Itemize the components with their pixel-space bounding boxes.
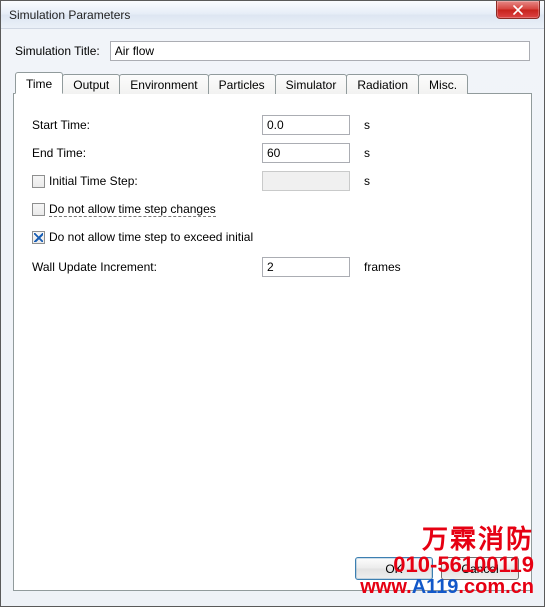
no-exceed-label: Do not allow time step to exceed initial — [49, 230, 253, 244]
no-exceed-wrap: Do not allow time step to exceed initial — [32, 230, 253, 244]
row-end-time: End Time: s — [32, 140, 513, 166]
button-bar: OK Cancel — [355, 557, 519, 580]
no-changes-label: Do not allow time step changes — [49, 202, 216, 217]
window-title: Simulation Parameters — [9, 8, 130, 22]
no-exceed-checkbox[interactable] — [32, 231, 45, 244]
tab-radiation[interactable]: Radiation — [346, 74, 419, 94]
wall-increment-input[interactable] — [262, 257, 350, 277]
tab-particles[interactable]: Particles — [208, 74, 276, 94]
no-changes-wrap: Do not allow time step changes — [32, 202, 216, 217]
start-time-label: Start Time: — [32, 118, 262, 132]
dialog-window: Simulation Parameters Simulation Title: … — [0, 0, 545, 607]
row-no-changes: Do not allow time step changes — [32, 196, 513, 222]
wall-increment-label: Wall Update Increment: — [32, 260, 262, 274]
start-time-input[interactable] — [262, 115, 350, 135]
tabstrip: Time Output Environment Particles Simula… — [13, 71, 532, 93]
initial-step-checkbox[interactable] — [32, 175, 45, 188]
simulation-title-input[interactable] — [110, 41, 530, 61]
cancel-button[interactable]: Cancel — [441, 557, 519, 580]
row-start-time: Start Time: s — [32, 112, 513, 138]
dialog-content: Simulation Title: Time Output Environmen… — [1, 29, 544, 606]
end-time-unit: s — [364, 146, 370, 160]
initial-step-unit: s — [364, 174, 370, 188]
simulation-title-row: Simulation Title: — [15, 41, 530, 61]
initial-step-label: Initial Time Step: — [49, 174, 138, 188]
initial-step-label-wrap: Initial Time Step: — [32, 174, 262, 188]
no-changes-checkbox[interactable] — [32, 203, 45, 216]
ok-button[interactable]: OK — [355, 557, 433, 580]
end-time-label: End Time: — [32, 146, 262, 160]
wall-increment-unit: frames — [364, 260, 401, 274]
simulation-title-label: Simulation Title: — [15, 44, 100, 58]
row-initial-step: Initial Time Step: s — [32, 168, 513, 194]
titlebar: Simulation Parameters — [1, 1, 544, 29]
close-button[interactable] — [496, 1, 540, 19]
row-wall-increment: Wall Update Increment: frames — [32, 254, 513, 280]
tab-misc[interactable]: Misc. — [418, 74, 468, 94]
end-time-input[interactable] — [262, 143, 350, 163]
tab-environment[interactable]: Environment — [119, 74, 208, 94]
row-no-exceed: Do not allow time step to exceed initial — [32, 224, 513, 250]
tab-time[interactable]: Time — [15, 72, 63, 94]
close-icon — [513, 5, 523, 15]
tab-output[interactable]: Output — [62, 74, 120, 94]
tabpanel-time: Start Time: s End Time: s Initial Time S… — [13, 93, 532, 591]
start-time-unit: s — [364, 118, 370, 132]
tab-container: Time Output Environment Particles Simula… — [13, 71, 532, 591]
tab-simulator[interactable]: Simulator — [275, 74, 348, 94]
initial-step-input — [262, 171, 350, 191]
